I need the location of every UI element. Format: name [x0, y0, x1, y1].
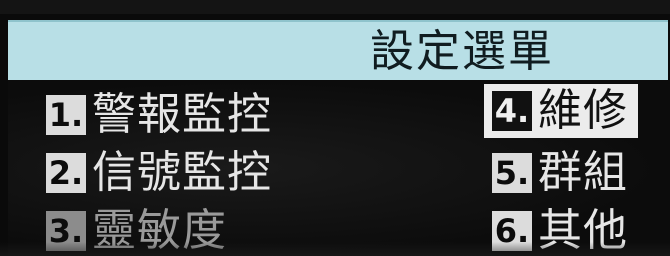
menu-number-1: 1.	[46, 95, 86, 135]
menu-item-group[interactable]: 5. 群組	[492, 146, 628, 200]
menu-label-signal-monitor: 信號監控	[92, 147, 272, 198]
menu-label-alarm-monitor: 警報監控	[92, 89, 272, 140]
menu-item-maintenance[interactable]: 4. 維修	[484, 84, 638, 138]
device-bezel	[0, 0, 670, 14]
page-title: 設定選單	[370, 26, 554, 77]
menu-item-alarm-monitor[interactable]: 1. 警報監控	[46, 88, 272, 142]
menu-list: 1. 警報監控 2. 信號監控 3. 靈敏度 4. 維修 5. 群組 6. 其他	[8, 80, 670, 256]
menu-number-2: 2.	[46, 153, 86, 193]
title-bar: 設定選單	[8, 20, 668, 82]
menu-label-maintenance: 維修	[538, 85, 628, 136]
menu-number-4: 4.	[492, 91, 532, 131]
menu-label-group: 群組	[538, 147, 628, 198]
menu-number-5: 5.	[492, 153, 532, 193]
menu-item-signal-monitor[interactable]: 2. 信號監控	[46, 146, 272, 200]
bottom-edge	[0, 242, 670, 256]
lcd-screen: 設定選單 1. 警報監控 2. 信號監控 3. 靈敏度 4. 維修 5. 群組 …	[0, 0, 670, 256]
